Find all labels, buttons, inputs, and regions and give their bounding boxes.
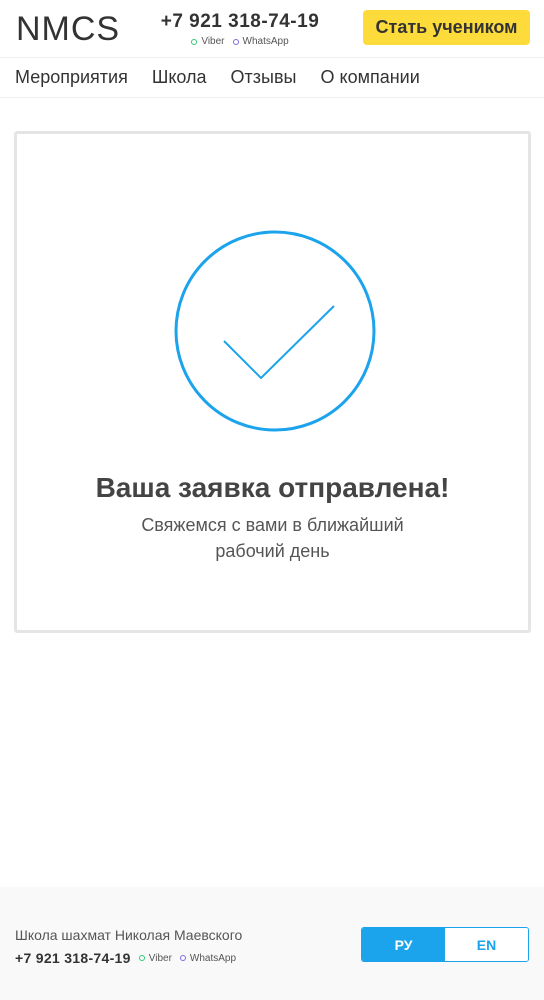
become-student-button[interactable]: Стать учеником (363, 10, 530, 45)
checkmark-circle-icon (174, 230, 376, 432)
viber-dot-icon (138, 955, 145, 961)
language-switcher: РУ EN (361, 927, 529, 962)
main-nav: Мероприятия Школа Отзывы О компании (0, 58, 544, 98)
lang-en-button[interactable]: EN (445, 928, 528, 961)
viber-label: Viber (201, 36, 225, 47)
site-header: NMCS +7 921 318-74-19 Viber WhatsApp Ста… (0, 0, 544, 58)
whatsapp-dot-icon (232, 38, 239, 45)
whatsapp-dot-icon (179, 955, 186, 961)
footer-whatsapp-link[interactable]: WhatsApp (179, 952, 237, 964)
footer-viber-link[interactable]: Viber (138, 952, 172, 964)
footer-viber-label: Viber (148, 952, 172, 964)
lang-ru-button[interactable]: РУ (362, 928, 445, 961)
viber-link[interactable]: Viber (191, 36, 225, 47)
header-phone[interactable]: +7 921 318-74-19 (156, 11, 324, 33)
site-footer: Школа шахмат Николая Маевского +7 921 31… (0, 887, 544, 1000)
footer-whatsapp-label: WhatsApp (189, 952, 237, 964)
header-contact: +7 921 318-74-19 Viber WhatsApp (156, 11, 324, 47)
whatsapp-label: WhatsApp (242, 36, 289, 47)
viber-dot-icon (191, 38, 198, 45)
nav-item-reviews[interactable]: Отзывы (231, 67, 297, 88)
success-title: Ваша заявка отправлена! (95, 472, 450, 503)
whatsapp-link[interactable]: WhatsApp (232, 36, 289, 47)
footer-school-name: Школа шахмат Николая Маевского (15, 927, 243, 943)
success-subtitle: Свяжемся с вами в ближайший рабочий день (141, 515, 404, 561)
logo[interactable]: NMCS (16, 10, 120, 49)
nav-item-school[interactable]: Школа (152, 67, 207, 88)
nav-item-about[interactable]: О компании (320, 67, 419, 88)
footer-phone[interactable]: +7 921 318-74-19 (15, 950, 131, 966)
footer-contact: +7 921 318-74-19 Viber WhatsApp (15, 950, 236, 966)
success-card: Ваша заявка отправлена! Свяжемся с вами … (14, 131, 531, 633)
footer-messengers: Viber WhatsApp (138, 952, 237, 964)
header-messengers: Viber WhatsApp (156, 36, 324, 47)
nav-item-events[interactable]: Мероприятия (15, 67, 128, 88)
